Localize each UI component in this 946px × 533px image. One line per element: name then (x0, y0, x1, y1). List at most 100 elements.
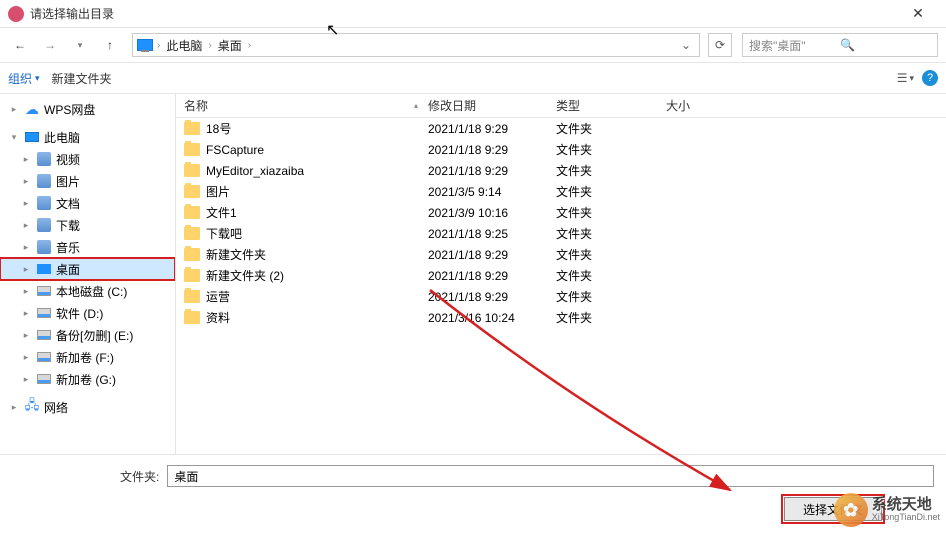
recent-dropdown[interactable]: ▾ (68, 33, 92, 57)
refresh-button[interactable]: ⟳ (708, 33, 732, 57)
tree-video[interactable]: ▸视频 (0, 148, 175, 170)
expand-icon[interactable]: ▸ (20, 264, 32, 275)
file-name: 新建文件夹 (206, 246, 266, 263)
expand-icon[interactable]: ▸ (20, 330, 32, 341)
watermark: ✿ 系统天地 XiTongTianDi.net (834, 493, 940, 527)
header-date[interactable]: 修改日期 (428, 97, 556, 114)
footer: 文件夹: 选择文件夹 (0, 454, 946, 531)
expand-icon[interactable]: ▸ (8, 402, 20, 413)
file-type: 文件夹 (556, 288, 666, 305)
help-button[interactable]: ? (922, 70, 938, 86)
close-button[interactable]: ✕ (898, 5, 938, 22)
tree-desktop[interactable]: ▸桌面 (0, 258, 175, 280)
tree-disk-c[interactable]: ▸本地磁盘 (C:) (0, 280, 175, 302)
tree-documents[interactable]: ▸文档 (0, 192, 175, 214)
tree-pc[interactable]: ▾此电脑 (0, 126, 175, 148)
chevron-right-icon: › (248, 40, 251, 51)
header-size[interactable]: 大小 (666, 97, 756, 114)
expand-icon[interactable]: ▸ (20, 286, 32, 297)
breadcrumb-dropdown[interactable]: ⌄ (677, 38, 695, 52)
expand-icon[interactable]: ▸ (20, 242, 32, 253)
file-date: 2021/3/9 10:16 (428, 206, 556, 220)
forward-button[interactable]: → (38, 33, 62, 57)
expand-icon[interactable]: ▸ (20, 220, 32, 231)
file-date: 2021/1/18 9:29 (428, 122, 556, 136)
table-row[interactable]: 新建文件夹2021/1/18 9:29文件夹 (176, 244, 946, 265)
folder-icon (184, 269, 200, 282)
crumb-desktop[interactable]: 桌面 (216, 37, 244, 54)
watermark-icon: ✿ (834, 493, 868, 527)
expand-icon[interactable]: ▸ (20, 352, 32, 363)
pictures-icon (36, 173, 52, 189)
table-row[interactable]: 图片 2021/3/5 9:14文件夹 (176, 181, 946, 202)
chevron-down-icon: ▾ (35, 73, 40, 84)
search-icon: 🔍 (840, 38, 931, 52)
watermark-title: 系统天地 (872, 497, 940, 514)
header-name[interactable]: 名称▴ (176, 97, 428, 114)
downloads-icon (36, 217, 52, 233)
expand-icon[interactable]: ▸ (20, 198, 32, 209)
expand-icon[interactable]: ▸ (20, 374, 32, 385)
expand-icon[interactable]: ▸ (20, 308, 32, 319)
view-button[interactable]: ☰ ▾ (897, 71, 914, 85)
table-row[interactable]: 资料2021/3/16 10:24文件夹 (176, 307, 946, 328)
table-row[interactable]: 18号2021/1/18 9:29文件夹 (176, 118, 946, 139)
desktop-icon (36, 261, 52, 277)
tree-disk-g[interactable]: ▸新加卷 (G:) (0, 368, 175, 390)
table-row[interactable]: 下载吧2021/1/18 9:25文件夹 (176, 223, 946, 244)
file-name: 图片 (206, 183, 230, 200)
disk-icon (36, 305, 52, 321)
tree-music[interactable]: ▸音乐 (0, 236, 175, 258)
file-name: 运营 (206, 288, 230, 305)
chevron-down-icon: ▾ (909, 73, 914, 84)
tree-wps[interactable]: ▸☁WPS网盘 (0, 98, 175, 120)
up-button[interactable]: ↑ (98, 33, 122, 57)
file-type: 文件夹 (556, 204, 666, 221)
file-date: 2021/3/5 9:14 (428, 185, 556, 199)
expand-icon[interactable]: ▸ (20, 154, 32, 165)
tree-downloads[interactable]: ▸下载 (0, 214, 175, 236)
pc-icon (137, 39, 153, 51)
table-row[interactable]: MyEditor_xiazaiba2021/1/18 9:29文件夹 (176, 160, 946, 181)
disk-icon (36, 371, 52, 387)
header-type[interactable]: 类型 (556, 97, 666, 114)
tree-pictures[interactable]: ▸图片 (0, 170, 175, 192)
back-button[interactable]: ← (8, 33, 32, 57)
nav-bar: ← → ▾ ↑ › 此电脑 › 桌面 › ⌄ ⟳ 搜索"桌面" 🔍 (0, 28, 946, 62)
file-date: 2021/1/18 9:25 (428, 227, 556, 241)
table-row[interactable]: 新建文件夹 (2)2021/1/18 9:29文件夹 (176, 265, 946, 286)
folder-name-input[interactable] (167, 465, 934, 487)
table-row[interactable]: FSCapture2021/1/18 9:29文件夹 (176, 139, 946, 160)
file-date: 2021/1/18 9:29 (428, 269, 556, 283)
pc-icon (24, 129, 40, 145)
disk-icon (36, 327, 52, 343)
tree-disk-f[interactable]: ▸新加卷 (F:) (0, 346, 175, 368)
file-date: 2021/1/18 9:29 (428, 143, 556, 157)
view-icon: ☰ (897, 71, 908, 85)
toolbar: 组织 ▾ 新建文件夹 ☰ ▾ ? (0, 62, 946, 94)
file-type: 文件夹 (556, 225, 666, 242)
new-folder-button[interactable]: 新建文件夹 (52, 70, 112, 87)
file-type: 文件夹 (556, 183, 666, 200)
folder-icon (184, 227, 200, 240)
nav-tree: ▸☁WPS网盘 ▾此电脑 ▸视频 ▸图片 ▸文档 ▸下载 ▸音乐 ▸桌面 ▸本地… (0, 94, 176, 454)
expand-icon[interactable]: ▸ (8, 104, 20, 115)
expand-icon[interactable]: ▸ (20, 176, 32, 187)
file-name: 文件1 (206, 204, 237, 221)
breadcrumb[interactable]: › 此电脑 › 桌面 › ⌄ (132, 33, 700, 57)
table-row[interactable]: 文件1 2021/3/9 10:16文件夹 (176, 202, 946, 223)
search-input[interactable]: 搜索"桌面" 🔍 (742, 33, 938, 57)
tree-network[interactable]: ▸🖧网络 (0, 396, 175, 418)
tree-disk-e[interactable]: ▸备份[勿删] (E:) (0, 324, 175, 346)
tree-disk-d[interactable]: ▸软件 (D:) (0, 302, 175, 324)
folder-icon (184, 164, 200, 177)
folder-icon (184, 185, 200, 198)
video-icon (36, 151, 52, 167)
crumb-pc[interactable]: 此电脑 (164, 37, 204, 54)
disk-icon (36, 349, 52, 365)
organize-button[interactable]: 组织 ▾ (8, 70, 40, 87)
documents-icon (36, 195, 52, 211)
collapse-icon[interactable]: ▾ (8, 132, 20, 143)
table-row[interactable]: 运营2021/1/18 9:29文件夹 (176, 286, 946, 307)
file-date: 2021/1/18 9:29 (428, 248, 556, 262)
